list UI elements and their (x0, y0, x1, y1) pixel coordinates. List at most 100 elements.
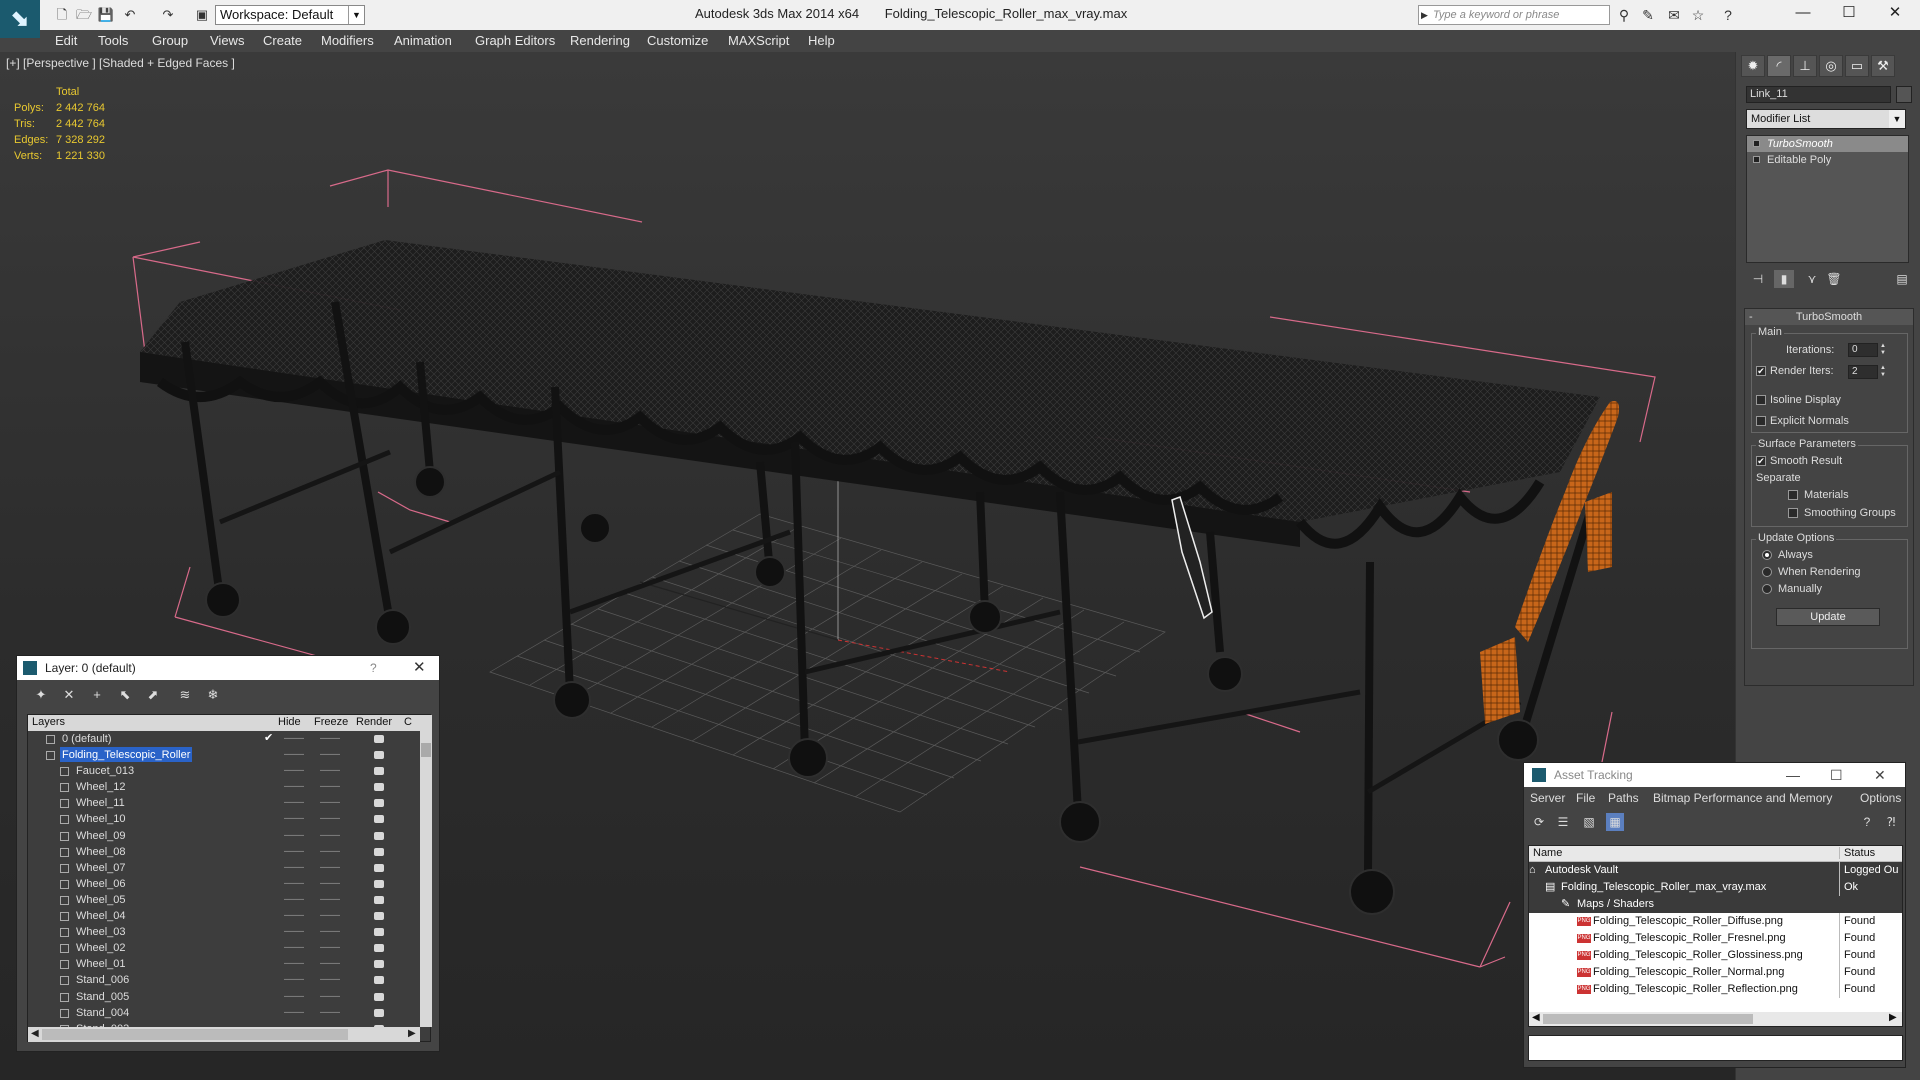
minimize-button[interactable]: — (1786, 763, 1800, 787)
render-teapot-icon[interactable] (374, 815, 384, 824)
menu-group[interactable]: Group (152, 33, 188, 48)
col-color[interactable]: C (404, 716, 412, 728)
display-tab-icon[interactable]: ▭ (1845, 55, 1869, 77)
smoothing-groups-checkbox[interactable] (1788, 508, 1798, 518)
hide-toggle[interactable]: —— (284, 972, 304, 988)
menu-tools[interactable]: Tools (98, 33, 128, 48)
render-teapot-icon[interactable] (374, 863, 384, 872)
search-input[interactable]: ▶ Type a keyword or phrase (1418, 5, 1610, 25)
hide-toggle[interactable]: —— (284, 731, 304, 747)
vertical-scrollbar[interactable] (420, 731, 432, 1027)
add-to-layer-icon[interactable]: + (87, 686, 107, 704)
expand-arrow-icon[interactable]: ▶ (1421, 6, 1428, 24)
menu-help[interactable]: Help (808, 33, 835, 48)
render-teapot-icon[interactable] (374, 751, 384, 760)
col-status[interactable]: Status (1839, 847, 1875, 859)
asset-row[interactable]: ▤ Folding_Telescopic_Roller_max_vray.max O… (1529, 879, 1902, 896)
freeze-toggle[interactable]: —— (320, 956, 340, 972)
col-name[interactable]: Name (1533, 847, 1562, 859)
stack-item-editable-poly[interactable]: Editable Poly (1747, 152, 1908, 168)
menu-rendering[interactable]: Rendering (570, 33, 630, 48)
maximize-button[interactable]: ☐ (1826, 0, 1872, 26)
render-teapot-icon[interactable] (374, 944, 384, 953)
freeze-toggle[interactable]: —— (320, 924, 340, 940)
create-layer-icon[interactable]: ✦ (31, 686, 51, 704)
object-row[interactable]: Wheel_07 —— —— (28, 860, 420, 876)
object-row[interactable]: Wheel_08 —— —— (28, 844, 420, 860)
help-button[interactable]: ? (370, 656, 377, 680)
hide-toggle[interactable]: —— (284, 811, 304, 827)
scroll-right-icon[interactable]: ▶ (1889, 1012, 1897, 1023)
freeze-toggle[interactable]: —— (320, 972, 340, 988)
render-teapot-icon[interactable] (374, 1008, 384, 1017)
object-row[interactable]: Wheel_09 —— —— (28, 828, 420, 844)
menu-options[interactable]: Options (1860, 791, 1901, 805)
freeze-toggle[interactable]: —— (320, 811, 340, 827)
hide-toggle[interactable]: —— (284, 1005, 304, 1021)
horizontal-scrollbar[interactable]: ◀ ▶ (1529, 1012, 1902, 1026)
menu-views[interactable]: Views (210, 33, 244, 48)
hide-all-layers-icon[interactable]: ≋ (175, 686, 195, 704)
show-end-result-icon[interactable]: ▮ (1774, 270, 1794, 288)
freeze-toggle[interactable]: —— (320, 1005, 340, 1021)
render-teapot-icon[interactable] (374, 895, 384, 904)
scrollbar-thumb[interactable] (42, 1029, 348, 1040)
always-radio[interactable] (1762, 550, 1772, 560)
communication-icon[interactable]: ✉ (1664, 6, 1684, 24)
render-teapot-icon[interactable] (374, 976, 384, 985)
menu-customize[interactable]: Customize (647, 33, 708, 48)
undo-icon[interactable]: ↶ (120, 6, 140, 24)
favorites-star-icon[interactable]: ☆ (1688, 6, 1708, 24)
materials-checkbox[interactable] (1788, 490, 1798, 500)
configure-sets-icon[interactable]: ▤ (1892, 270, 1912, 288)
menu-bitmap-performance[interactable]: Bitmap Performance and Memory (1653, 791, 1832, 805)
expand-box-icon[interactable] (1753, 156, 1760, 163)
freeze-toggle[interactable]: —— (320, 940, 340, 956)
save-icon[interactable]: 💾 (96, 6, 116, 24)
menu-paths[interactable]: Paths (1608, 791, 1639, 805)
asset-row[interactable]: ⌂ Autodesk Vault Logged Ou (1529, 862, 1902, 879)
freeze-toggle[interactable]: —— (320, 892, 340, 908)
render-teapot-icon[interactable] (374, 783, 384, 792)
stack-item-turbosmooth[interactable]: TurboSmooth (1747, 136, 1908, 152)
viewport-label[interactable]: [+] [Perspective ] [Shaded + Edged Faces… (6, 56, 235, 70)
col-render[interactable]: Render (356, 716, 392, 728)
freeze-all-layers-icon[interactable]: ❄ (203, 686, 223, 704)
freeze-toggle[interactable]: —— (320, 908, 340, 924)
freeze-toggle[interactable]: —— (320, 763, 340, 779)
when-rendering-radio[interactable] (1762, 567, 1772, 577)
hierarchy-tab-icon[interactable]: ⊥ (1793, 55, 1817, 77)
close-button[interactable]: ✕ (1874, 763, 1886, 787)
pin-stack-icon[interactable]: ⊣ (1748, 270, 1768, 288)
iterations-spinner[interactable]: 0 (1848, 343, 1878, 357)
scroll-left-icon[interactable]: ◀ (31, 1028, 39, 1039)
modifier-list-dropdown[interactable]: Modifier List ▼ (1746, 109, 1906, 129)
freeze-toggle[interactable]: —— (320, 795, 340, 811)
scroll-right-icon[interactable]: ▶ (408, 1028, 416, 1039)
asset-tracking-titlebar[interactable]: Asset Tracking — ☐ ✕ (1524, 763, 1905, 787)
freeze-toggle[interactable]: —— (320, 876, 340, 892)
object-name-field[interactable]: Link_11 (1746, 86, 1891, 103)
app-logo-menu-button[interactable]: ⬊ (0, 0, 40, 38)
render-teapot-icon[interactable] (374, 847, 384, 856)
object-row[interactable]: Stand_005 —— —— (28, 989, 420, 1005)
lightbulb-icon[interactable] (1753, 140, 1760, 147)
menu-maxscript[interactable]: MAXScript (728, 33, 789, 48)
asset-row[interactable]: PNG Folding_Telescopic_Roller_Glossiness.… (1529, 947, 1902, 964)
update-button[interactable]: Update (1776, 608, 1880, 626)
object-row[interactable]: Stand_004 —— —— (28, 1005, 420, 1021)
delete-layer-icon[interactable]: ✕ (59, 686, 79, 704)
freeze-toggle[interactable]: —— (320, 844, 340, 860)
make-unique-icon[interactable]: ⋎ (1802, 270, 1822, 288)
hide-toggle[interactable]: —— (284, 747, 304, 763)
explicit-normals-checkbox[interactable] (1756, 416, 1766, 426)
redo-icon[interactable]: ↷ (158, 6, 178, 24)
smooth-result-checkbox[interactable]: ✔ (1756, 456, 1766, 466)
highlight-layer-icon[interactable]: ⬈ (143, 686, 163, 704)
project-folder-icon[interactable]: ▣ (192, 6, 212, 24)
object-row[interactable]: Wheel_06 —— —— (28, 876, 420, 892)
binoculars-icon[interactable]: ⚲ (1614, 6, 1634, 24)
object-row[interactable]: Wheel_04 —— —— (28, 908, 420, 924)
layer-row[interactable]: Folding_Telescopic_Roller —— —— (28, 747, 420, 763)
hide-toggle[interactable]: —— (284, 908, 304, 924)
